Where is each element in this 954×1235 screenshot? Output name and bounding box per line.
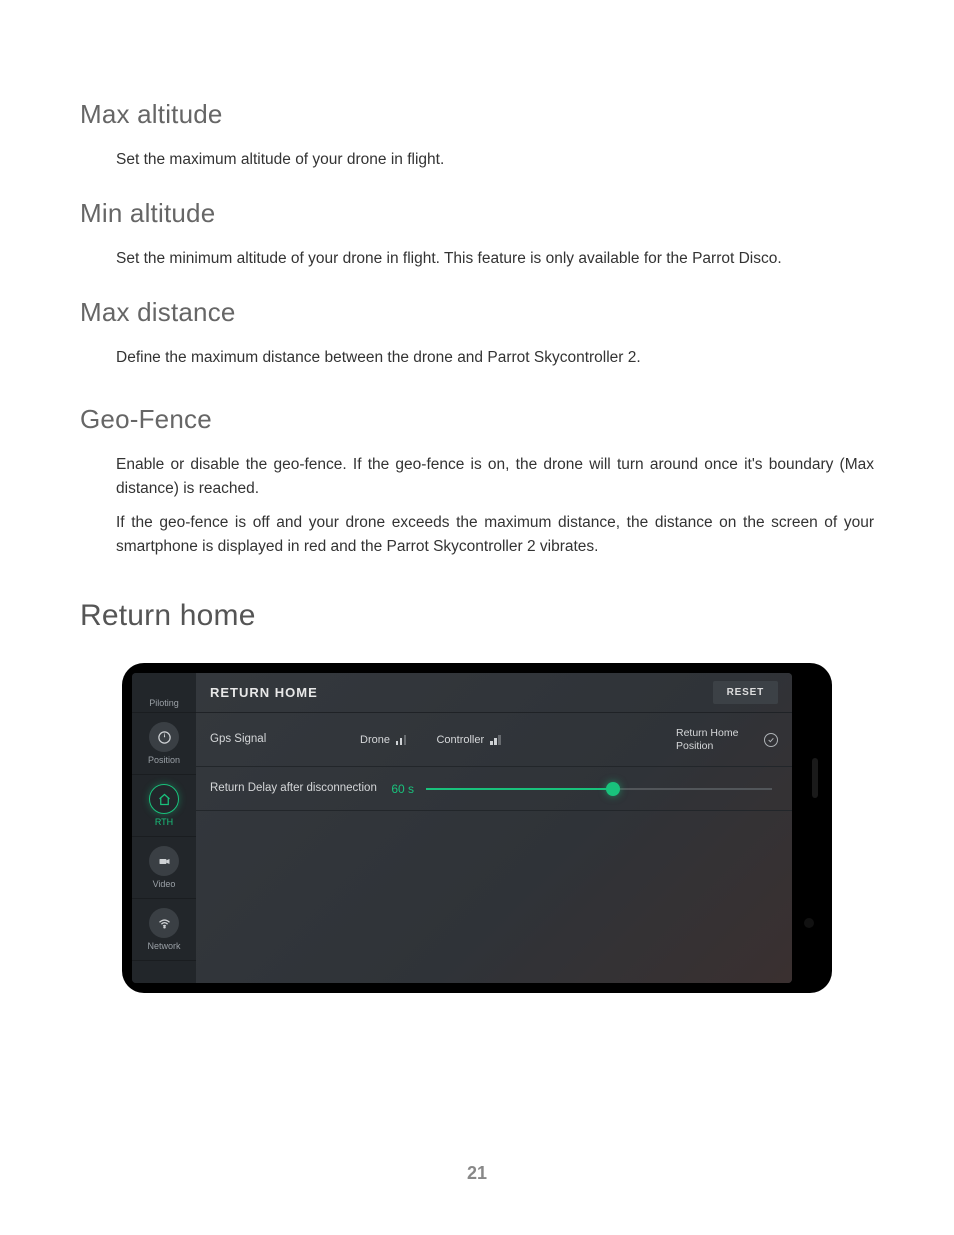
gps-signal-row: Gps Signal Drone Controller Return Home … [196, 713, 792, 767]
return-delay-row: Return Delay after disconnection 60 s [196, 767, 792, 811]
sidebar-item-piloting[interactable]: Piloting [132, 673, 196, 713]
drone-label: Drone [360, 734, 390, 746]
controller-label: Controller [436, 734, 484, 746]
phone-speaker [812, 758, 818, 798]
slider-fill [426, 788, 613, 790]
panel-title: RETURN HOME [210, 685, 713, 700]
sidebar-label-rth: RTH [155, 817, 173, 827]
heading-return-home: Return home [80, 599, 874, 633]
page-number: 21 [80, 1163, 874, 1184]
home-icon [149, 784, 179, 814]
compass-icon [149, 722, 179, 752]
sidebar-label-video: Video [153, 879, 176, 889]
gps-signal-label: Gps Signal [210, 732, 360, 747]
body-geo-fence-1: Enable or disable the geo-fence. If the … [116, 453, 874, 501]
heading-max-altitude: Max altitude [80, 99, 874, 130]
phone-screen: Piloting Position RTH [132, 673, 792, 983]
sidebar-item-rth[interactable]: RTH [132, 775, 196, 837]
heading-min-altitude: Min altitude [80, 198, 874, 229]
sidebar-item-position[interactable]: Position [132, 713, 196, 775]
return-home-position-toggle[interactable]: Return Home Position [676, 727, 778, 752]
return-delay-slider[interactable] [426, 788, 772, 790]
sidebar-label-position: Position [148, 755, 180, 765]
controller-signal-status: Controller [436, 734, 500, 746]
phone-frame: Piloting Position RTH [122, 663, 832, 993]
settings-content: RETURN HOME RESET Gps Signal Drone Contr… [196, 673, 792, 983]
reset-button[interactable]: RESET [713, 681, 778, 704]
settings-sidebar: Piloting Position RTH [132, 673, 196, 983]
signal-bars-icon [490, 735, 501, 745]
check-circle-icon [764, 733, 778, 747]
heading-max-distance: Max distance [80, 297, 874, 328]
body-max-altitude: Set the maximum altitude of your drone i… [116, 148, 874, 172]
heading-geo-fence: Geo-Fence [80, 404, 874, 435]
sidebar-item-network[interactable]: Network [132, 899, 196, 961]
phone-camera [804, 918, 814, 928]
body-geo-fence-2: If the geo-fence is off and your drone e… [116, 511, 874, 559]
sidebar-label-network: Network [147, 941, 180, 951]
sidebar-item-video[interactable]: Video [132, 837, 196, 899]
wifi-icon [149, 908, 179, 938]
rhp-label: Return Home Position [676, 727, 756, 752]
slider-thumb[interactable] [606, 782, 620, 796]
drone-signal-status: Drone [360, 734, 406, 746]
sidebar-label-piloting: Piloting [149, 698, 179, 708]
body-max-distance: Define the maximum distance between the … [116, 346, 874, 370]
content-header: RETURN HOME RESET [196, 673, 792, 713]
body-min-altitude: Set the minimum altitude of your drone i… [116, 247, 874, 271]
signal-bars-icon [396, 735, 407, 745]
return-delay-value: 60 s [380, 782, 414, 796]
return-delay-label: Return Delay after disconnection [210, 781, 380, 796]
video-icon [149, 846, 179, 876]
